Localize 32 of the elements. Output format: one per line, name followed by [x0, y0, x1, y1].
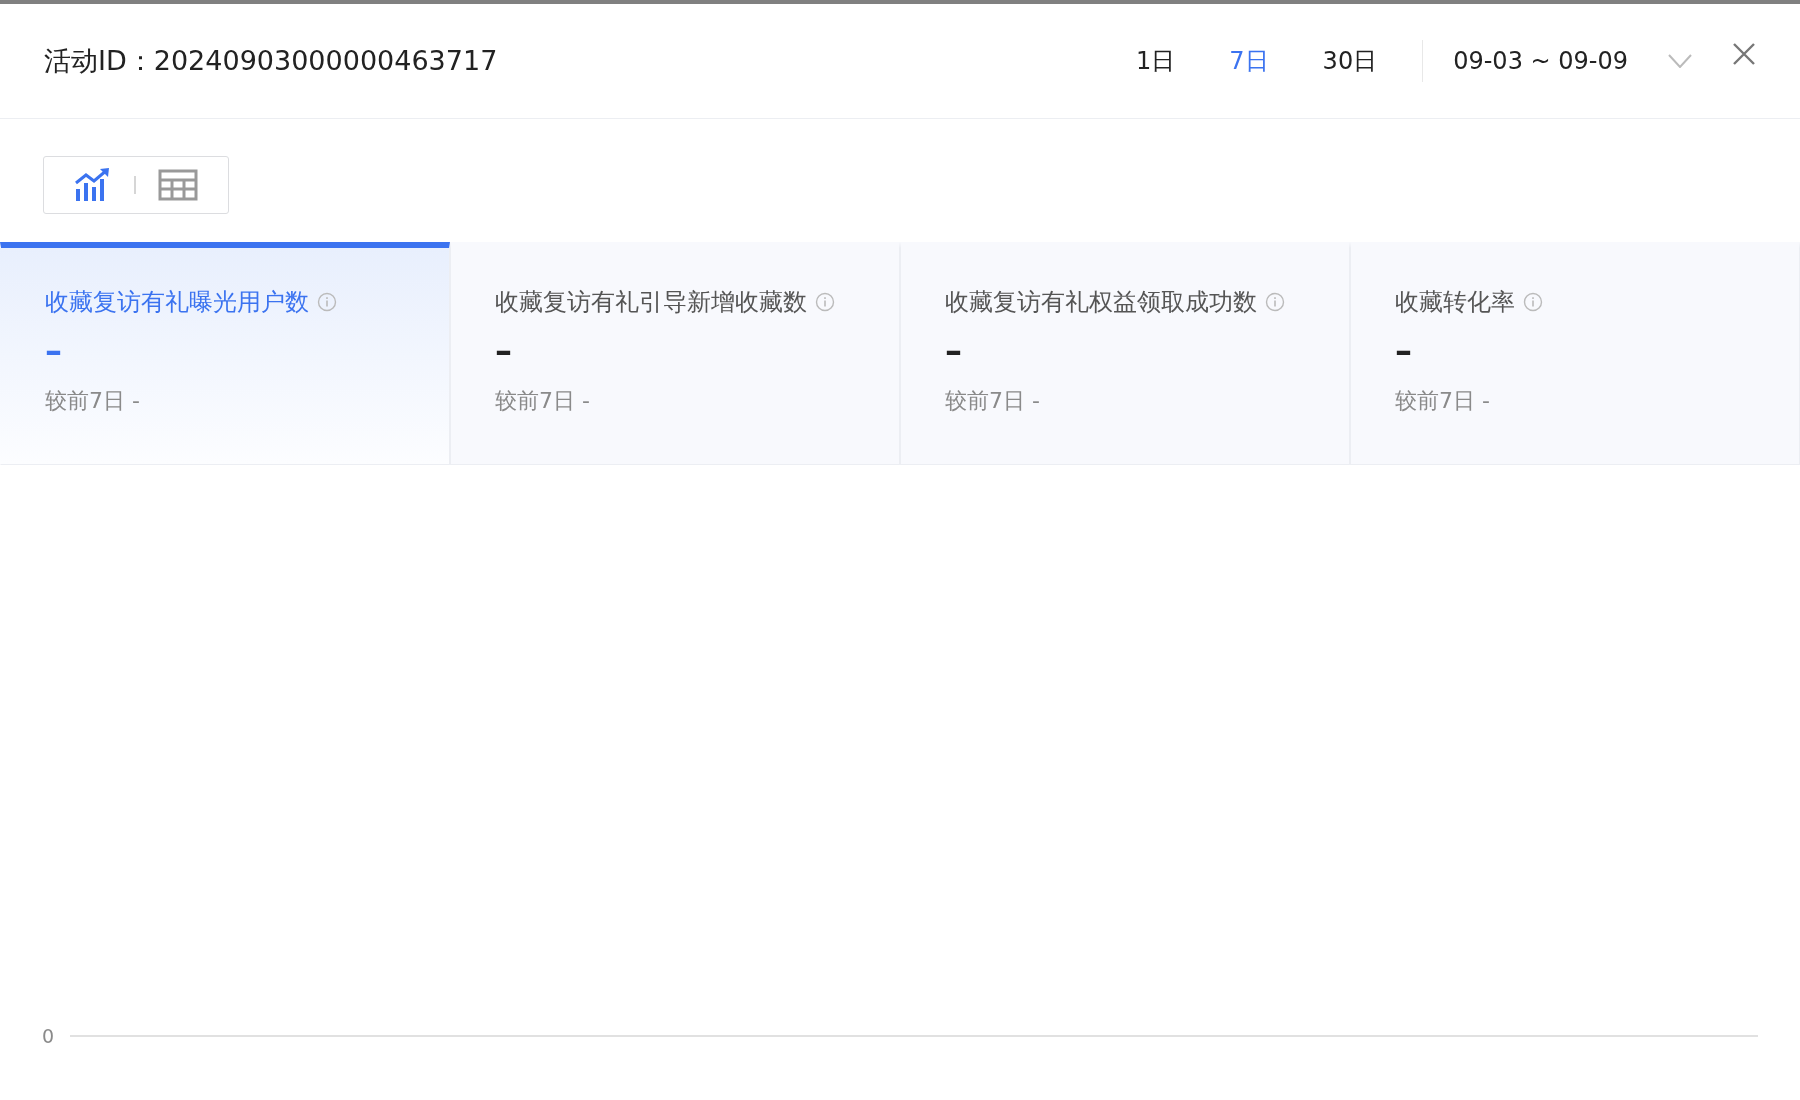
- table-view-button[interactable]: [158, 169, 198, 201]
- y-axis-label: 0: [42, 1025, 56, 1047]
- metric-comparison: 较前7日 -: [1395, 387, 1491, 415]
- metric-comparison: 较前7日 -: [945, 387, 1041, 415]
- bar-chart-icon: [74, 167, 112, 203]
- metric-comparison: 较前7日 -: [495, 387, 591, 415]
- period-tab[interactable]: 1日: [1109, 45, 1203, 77]
- metric-value: –: [45, 330, 63, 370]
- period-tab[interactable]: 30日: [1295, 45, 1405, 77]
- close-icon[interactable]: [1732, 42, 1756, 66]
- info-icon[interactable]: [1523, 292, 1543, 312]
- period-tab[interactable]: 7日: [1202, 45, 1296, 77]
- info-icon[interactable]: [815, 292, 835, 312]
- chevron-down-icon[interactable]: [1668, 54, 1692, 68]
- table-icon: [158, 169, 198, 201]
- info-icon[interactable]: [317, 292, 337, 312]
- metric-card[interactable]: 收藏复访有礼曝光用户数 – 较前7日 -: [0, 242, 450, 465]
- date-range-field[interactable]: 09-03 ~ 09-09: [1433, 47, 1648, 75]
- metric-card[interactable]: 收藏转化率 – 较前7日 -: [1350, 242, 1800, 465]
- activity-id-title: 活动ID：20240903000000463717: [44, 44, 499, 78]
- metric-card[interactable]: 收藏复访有礼权益领取成功数 – 较前7日 -: [900, 242, 1350, 465]
- chart-view-button[interactable]: [74, 167, 112, 203]
- metric-title: 收藏转化率: [1395, 287, 1515, 318]
- metric-value: –: [1395, 330, 1413, 370]
- metric-title: 收藏复访有礼引导新增收藏数: [495, 287, 807, 318]
- metric-title: 收藏复访有礼权益领取成功数: [945, 287, 1257, 318]
- metric-card[interactable]: 收藏复访有礼引导新增收藏数 – 较前7日 -: [450, 242, 900, 465]
- metric-value: –: [495, 330, 513, 370]
- info-icon[interactable]: [1265, 292, 1285, 312]
- metric-title: 收藏复访有礼曝光用户数: [45, 287, 309, 318]
- metric-comparison: 较前7日 -: [45, 387, 141, 415]
- metric-value: –: [945, 330, 963, 370]
